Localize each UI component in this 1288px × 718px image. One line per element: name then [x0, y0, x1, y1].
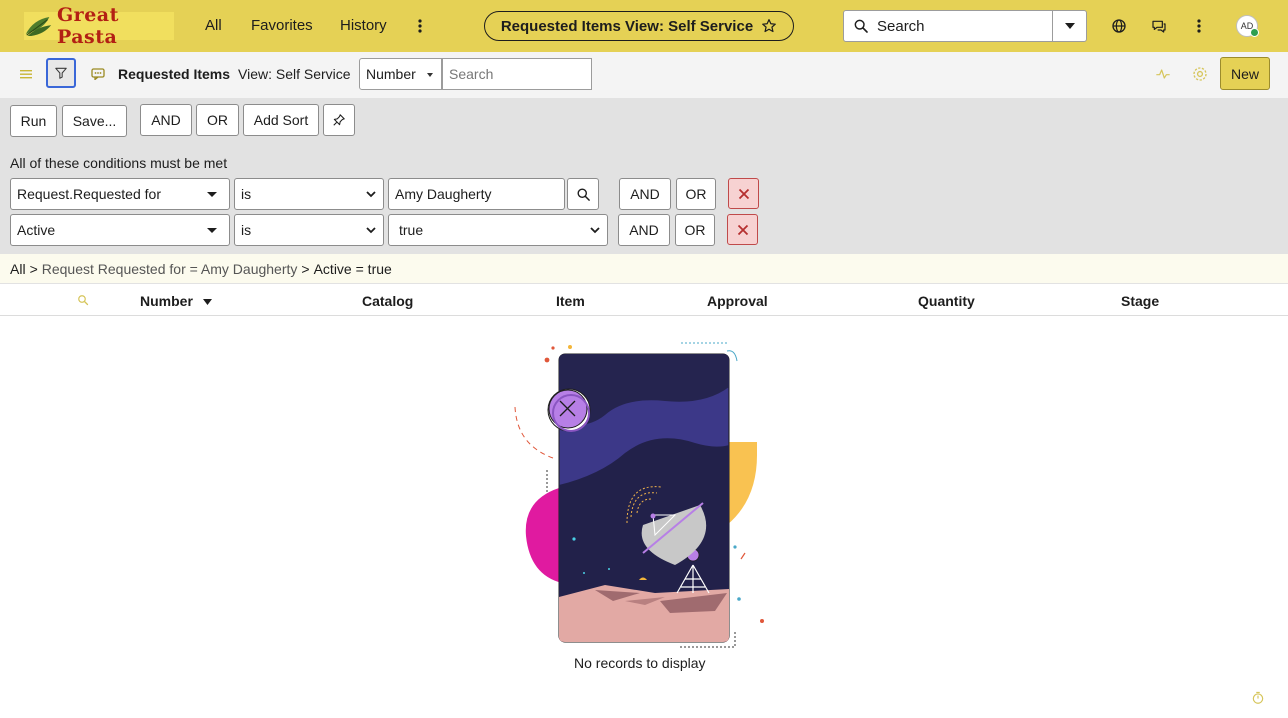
search-icon — [854, 19, 868, 33]
condition-and-button[interactable]: AND — [618, 214, 670, 246]
condition-operator-value: is — [241, 186, 252, 202]
breadcrumb-separator: > — [29, 261, 38, 277]
nav-history[interactable]: History — [340, 17, 387, 34]
search-scope-dropdown[interactable] — [1052, 11, 1086, 41]
column-header-catalog[interactable]: Catalog — [362, 293, 413, 309]
sort-desc-icon — [202, 299, 212, 306]
list-search-input[interactable] — [442, 58, 592, 90]
condition-value-input[interactable]: Amy Daugherty — [388, 178, 565, 210]
page-title-pill[interactable]: Requested Items View: Self Service — [484, 11, 794, 41]
delete-condition-button[interactable] — [728, 178, 759, 209]
column-label: Number — [140, 293, 193, 309]
add-or-button[interactable]: OR — [196, 104, 239, 136]
online-status-dot — [1250, 28, 1259, 37]
condition-and-button[interactable]: AND — [619, 178, 671, 210]
empty-state-illustration — [514, 342, 764, 648]
new-button[interactable]: New — [1220, 57, 1270, 90]
condition-operator-value: is — [241, 222, 252, 238]
chevron-down-icon — [590, 227, 600, 234]
brand-logo-text: Great Pasta — [56, 4, 119, 48]
filter-toggle-button[interactable] — [46, 58, 76, 88]
condition-operator-select[interactable]: is — [234, 214, 384, 246]
breadcrumb-item[interactable]: Active = true — [314, 261, 392, 277]
condition-value-text: true — [399, 222, 424, 238]
chevron-down-icon — [427, 73, 433, 77]
list-title: Requested Items — [118, 66, 231, 82]
more-vertical-icon[interactable] — [412, 16, 428, 36]
add-and-button[interactable]: AND — [140, 104, 192, 136]
column-header-stage[interactable]: Stage — [1121, 293, 1159, 309]
activity-icon[interactable] — [1154, 65, 1172, 83]
conditions-title: All of these conditions must be met — [10, 155, 228, 171]
leaf-logo-icon — [25, 16, 52, 36]
empty-state-message: No records to display — [574, 655, 706, 671]
global-search[interactable]: Search — [843, 10, 1087, 42]
pin-filter-button[interactable] — [323, 104, 355, 136]
lookup-button[interactable] — [567, 178, 599, 210]
condition-field-value: Request.Requested for — [17, 186, 161, 202]
breadcrumb: All > Request Requested for = Amy Daughert… — [10, 261, 392, 277]
save-filter-button[interactable]: Save... — [62, 105, 127, 137]
page-title: Requested Items View: Self Service — [500, 17, 754, 35]
chevron-down-icon — [207, 192, 217, 197]
run-filter-button[interactable]: Run — [10, 105, 57, 137]
gear-icon[interactable] — [1190, 64, 1210, 84]
delete-condition-button[interactable] — [727, 214, 758, 245]
column-header-item[interactable]: Item — [556, 293, 585, 309]
close-icon — [737, 224, 748, 235]
chat-icon[interactable] — [1151, 18, 1167, 34]
condition-value-text: Amy Daugherty — [395, 186, 492, 202]
top-navigation-bar: Great Pasta All Favorites History Reques… — [0, 0, 1288, 52]
chevron-down-icon — [366, 227, 376, 234]
brand-logo[interactable]: Great Pasta — [24, 4, 174, 48]
star-icon[interactable] — [761, 18, 777, 34]
condition-operator-select[interactable]: is — [234, 178, 384, 210]
more-vertical-icon[interactable] — [1191, 16, 1207, 36]
timer-icon[interactable] — [1251, 691, 1265, 705]
condition-field-value: Active — [17, 222, 56, 238]
breadcrumb-item[interactable]: Request Requested for = Amy Daugherty — [42, 261, 298, 277]
list-view-name: View: Self Service — [238, 66, 351, 82]
filter-icon — [55, 67, 67, 79]
condition-field-select[interactable]: Request.Requested for — [10, 178, 230, 210]
chevron-down-icon — [1064, 23, 1075, 29]
comment-icon[interactable] — [90, 66, 106, 82]
condition-or-button[interactable]: OR — [676, 178, 716, 210]
nav-all[interactable]: All — [205, 17, 222, 34]
avatar[interactable]: AD — [1236, 15, 1259, 37]
search-field-select[interactable]: Number — [359, 58, 442, 90]
hamburger-icon[interactable] — [18, 66, 34, 82]
search-icon[interactable] — [77, 294, 89, 306]
column-header-number[interactable]: Number — [140, 293, 212, 309]
condition-field-select[interactable]: Active — [10, 214, 230, 246]
search-icon — [577, 188, 590, 201]
column-header-approval[interactable]: Approval — [707, 293, 768, 309]
chevron-down-icon — [366, 191, 376, 198]
breadcrumb-item[interactable]: All — [10, 261, 26, 277]
search-field-value: Number — [366, 66, 416, 82]
nav-favorites[interactable]: Favorites — [251, 17, 313, 34]
close-icon — [738, 188, 749, 199]
breadcrumb-separator: > — [301, 261, 310, 277]
column-header-quantity[interactable]: Quantity — [918, 293, 975, 309]
pin-icon — [333, 114, 345, 126]
chevron-down-icon — [207, 228, 217, 233]
global-search-label: Search — [877, 17, 925, 35]
condition-or-button[interactable]: OR — [675, 214, 715, 246]
condition-value-select[interactable]: true — [388, 214, 608, 246]
globe-icon[interactable] — [1111, 18, 1127, 34]
add-sort-button[interactable]: Add Sort — [243, 104, 319, 136]
